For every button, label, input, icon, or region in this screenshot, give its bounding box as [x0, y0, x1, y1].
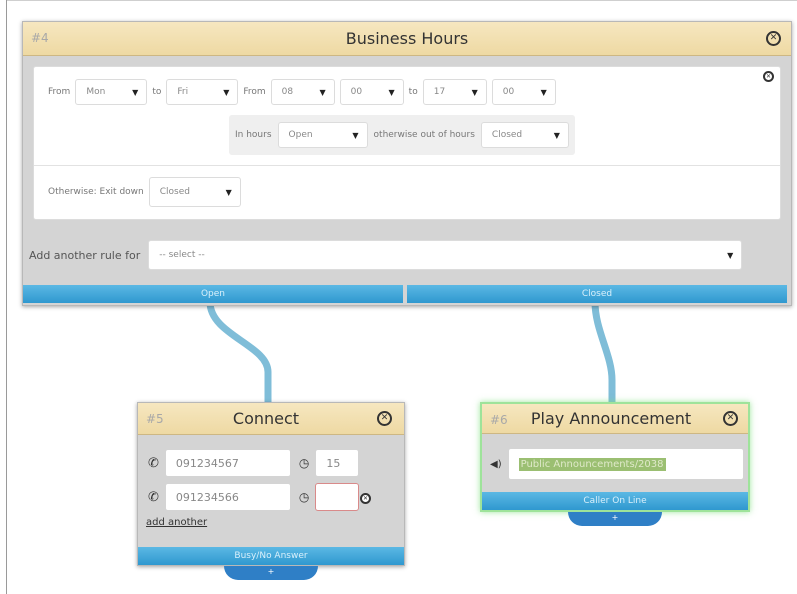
add-output-tab[interactable]: +	[224, 566, 318, 580]
output-busy-no-answer[interactable]: Busy/No Answer	[138, 547, 404, 565]
divider	[34, 165, 780, 166]
node-id: #6	[490, 413, 508, 427]
rule-row: From Mon ▼ to Fri ▼ From 08 ▼ 00 ▼ to 17 ▼ 00…	[48, 79, 556, 105]
frame-top-edge	[6, 0, 797, 1]
node-title: Play Announcement	[530, 409, 692, 428]
to-hour-select[interactable]: 17 ▼	[422, 79, 487, 105]
from-hour-select[interactable]: 08 ▼	[270, 79, 335, 105]
frame-left-edge	[6, 0, 7, 594]
from-minute-select[interactable]: 00 ▼	[339, 79, 404, 105]
in-hours-label: In hours	[235, 130, 272, 140]
speaker-icon: ◀)	[490, 458, 502, 470]
node-id: #4	[31, 31, 49, 45]
add-rule-label: Add another rule for	[29, 248, 141, 262]
phone-icon: ✆	[148, 455, 159, 471]
node-title: Business Hours	[345, 29, 469, 48]
close-icon[interactable]: ✕	[723, 411, 738, 426]
timeout-input[interactable]	[315, 483, 360, 511]
announcement-file-input[interactable]: Public Announcements/2038	[507, 448, 744, 480]
announcement-row: ◀) Public Announcements/2038	[490, 448, 744, 480]
add-rule-select[interactable]: -- select -- ▼	[148, 240, 743, 270]
from-time-label: From	[243, 87, 266, 97]
connect-header[interactable]: #5 Connect ✕	[138, 403, 404, 435]
connector-closed-to-announcement	[591, 298, 616, 406]
add-another-link[interactable]: add another	[146, 517, 207, 528]
to-day-select[interactable]: Fri ▼	[166, 79, 239, 105]
phone-number-input[interactable]: 091234566	[164, 483, 291, 511]
business-hours-header[interactable]: #4 Business Hours ✕	[23, 22, 791, 56]
connect-row: ✆ 091234566 ◷	[148, 483, 360, 511]
to-day-label: to	[152, 87, 162, 97]
timer-icon: ◷	[298, 490, 310, 504]
close-icon[interactable]: ✕	[766, 31, 781, 46]
remove-number-icon[interactable]: ✕	[360, 493, 371, 504]
play-announcement-node[interactable]: #6 Play Announcement ✕ ◀) Public Announc…	[480, 402, 750, 512]
announcement-file-value: Public Announcements/2038	[518, 457, 666, 471]
phone-number-input[interactable]: 091234567	[164, 449, 291, 477]
output-closed[interactable]: Closed	[407, 285, 787, 303]
add-output-tab[interactable]: +	[568, 512, 662, 526]
in-hours-select[interactable]: Open ▼	[277, 122, 368, 148]
timeout-input[interactable]: 15	[315, 449, 360, 477]
close-icon[interactable]: ✕	[377, 411, 392, 426]
timer-icon: ◷	[298, 456, 310, 470]
otherwise-label: otherwise out of hours	[373, 130, 475, 140]
out-of-hours-select[interactable]: Closed ▼	[480, 122, 569, 148]
from-day-label: From	[48, 87, 71, 97]
node-id: #5	[146, 412, 164, 426]
output-open[interactable]: Open	[23, 285, 403, 303]
node-title: Connect	[232, 409, 300, 428]
connect-row: ✆ 091234567 ◷ 15	[148, 449, 360, 477]
to-minute-select[interactable]: 00 ▼	[491, 79, 556, 105]
to-time-label: to	[408, 87, 418, 97]
business-hours-node[interactable]: #4 Business Hours ✕ ✕ From Mon ▼ to Fri ▼ …	[22, 21, 792, 306]
output-caller-on-line[interactable]: Caller On Line	[482, 492, 748, 510]
remove-rule-icon[interactable]: ✕	[763, 71, 774, 82]
fallback-row: Otherwise: Exit down Closed ▼	[48, 177, 241, 207]
connector-open-to-connect	[206, 298, 272, 406]
from-day-select[interactable]: Mon ▼	[75, 79, 148, 105]
add-rule-row: Add another rule for -- select -- ▼	[29, 240, 743, 270]
hours-action-group: In hours Open ▼ otherwise out of hours Cl…	[229, 115, 575, 155]
fallback-select[interactable]: Closed ▼	[148, 177, 241, 207]
play-announcement-header[interactable]: #6 Play Announcement ✕	[482, 404, 748, 434]
rules-panel: ✕ From Mon ▼ to Fri ▼ From 08 ▼ 00 ▼ to 17 ▼	[33, 66, 781, 220]
fallback-label: Otherwise: Exit down	[48, 187, 144, 197]
connect-node[interactable]: #5 Connect ✕ ✆ 091234567 ◷ 15 ✆ 09123456…	[137, 402, 405, 566]
phone-icon: ✆	[148, 489, 159, 505]
